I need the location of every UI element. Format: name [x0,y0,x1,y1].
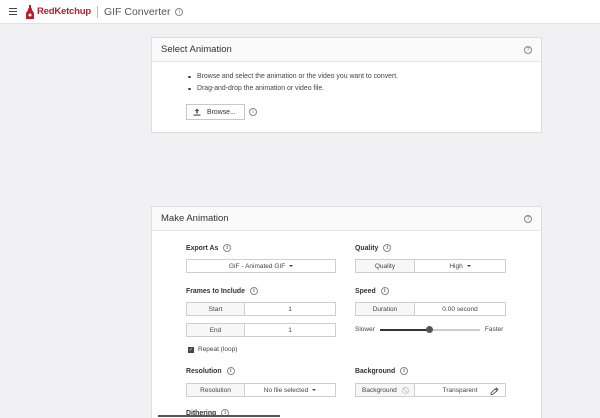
browse-label: Browse... [207,108,236,116]
info-icon[interactable]: i [223,244,232,252]
resolution-value: No file selected [263,386,309,394]
background-field-text: Background [362,386,397,394]
quality-field-label: Quality [356,260,415,272]
background-value[interactable]: Transparent [415,384,505,396]
make-animation-panel: Make Animation ? Export As i GIF - Anima… [151,206,542,418]
help-icon[interactable]: ? [524,46,532,54]
list-item: Drag-and-drop the animation or video fil… [188,85,398,97]
quality-label: Quality i [355,244,392,252]
end-frame-field: End 1 [186,323,336,337]
frames-text: Frames to Include [186,287,245,295]
app-header: RedKetchup GIF Converter i [0,0,600,24]
header-divider [96,5,98,18]
slower-label: Slower [355,326,375,333]
panel-title: Select Animation [161,44,232,55]
background-value-text: Transparent [442,386,478,394]
duration-input[interactable]: 0.00 second [415,303,505,315]
frames-label: Frames to Include i [186,287,258,295]
repeat-label: Repeat (loop) [198,346,238,353]
repeat-checkbox[interactable]: ✓ [188,346,194,353]
resolution-label: Resolution i [186,367,235,375]
speed-slider[interactable] [379,325,480,333]
faster-label: Faster [484,326,504,333]
chevron-down-icon [466,265,471,267]
export-as-value-text: GIF - Animated GIF [228,262,286,270]
quality-value: High [449,262,463,270]
duration-field: Duration 0.00 second [355,302,506,316]
instructions-list: Browse and select the animation or the v… [188,73,398,97]
resolution-select[interactable]: No file selected [245,384,335,396]
info-icon[interactable]: i [249,108,257,116]
chevron-down-icon [312,389,317,391]
info-icon[interactable]: i [400,367,409,375]
speed-text: Speed [355,287,376,295]
no-color-icon [401,386,409,394]
resolution-field: Resolution No file selected [186,383,336,397]
browse-button[interactable]: Browse... [186,104,245,120]
help-icon[interactable]: ? [524,215,532,223]
chevron-down-icon [289,265,294,267]
quality-select[interactable]: High [415,260,505,272]
speed-slider-fill [379,328,430,331]
background-text: Background [355,367,396,375]
select-animation-panel: Select Animation ? Browse and select the… [151,37,542,133]
quality-text: Quality [355,244,379,252]
resolution-field-label: Resolution [187,384,245,396]
brand-name[interactable]: RedKetchup [37,6,91,17]
export-as-text: Export As [186,244,219,252]
background-field: Background Transparent [355,383,506,397]
upload-icon [193,108,201,116]
end-input[interactable]: 1 [245,324,335,336]
menu-icon[interactable] [9,8,17,15]
info-icon[interactable]: i [383,244,392,252]
page-title: GIF Converter [103,5,171,18]
panel-title: Make Animation [161,213,229,224]
start-frame-field: Start 1 [186,302,336,316]
info-icon[interactable]: i [380,287,389,295]
list-item: Browse and select the animation or the v… [188,73,398,85]
quality-field: Quality High [355,259,506,273]
export-as-select[interactable]: GIF - Animated GIF [186,259,336,273]
panel-header: Select Animation ? [152,38,541,62]
speed-slider-thumb[interactable] [426,325,434,333]
resolution-text: Resolution [186,367,222,375]
duration-label: Duration [356,303,415,315]
end-label: End [187,324,245,336]
panel-header: Make Animation ? [152,207,541,231]
repeat-loop-row: ✓ Repeat (loop) [188,346,237,353]
export-as-label: Export As i [186,244,232,252]
background-field-label: Background [356,384,415,396]
scroll-indicator [158,415,280,417]
start-input[interactable]: 1 [245,303,335,315]
start-label: Start [187,303,245,315]
info-icon[interactable]: i [226,367,235,375]
export-as-value: GIF - Animated GIF [187,260,335,272]
eyedropper-icon[interactable] [490,387,499,395]
ketchup-bottle-icon[interactable] [26,4,34,19]
info-icon[interactable]: i [249,287,258,295]
speed-slider-row: Slower Faster [355,325,504,333]
speed-label: Speed i [355,287,389,295]
info-icon[interactable]: i [175,7,184,16]
background-label: Background i [355,367,409,375]
